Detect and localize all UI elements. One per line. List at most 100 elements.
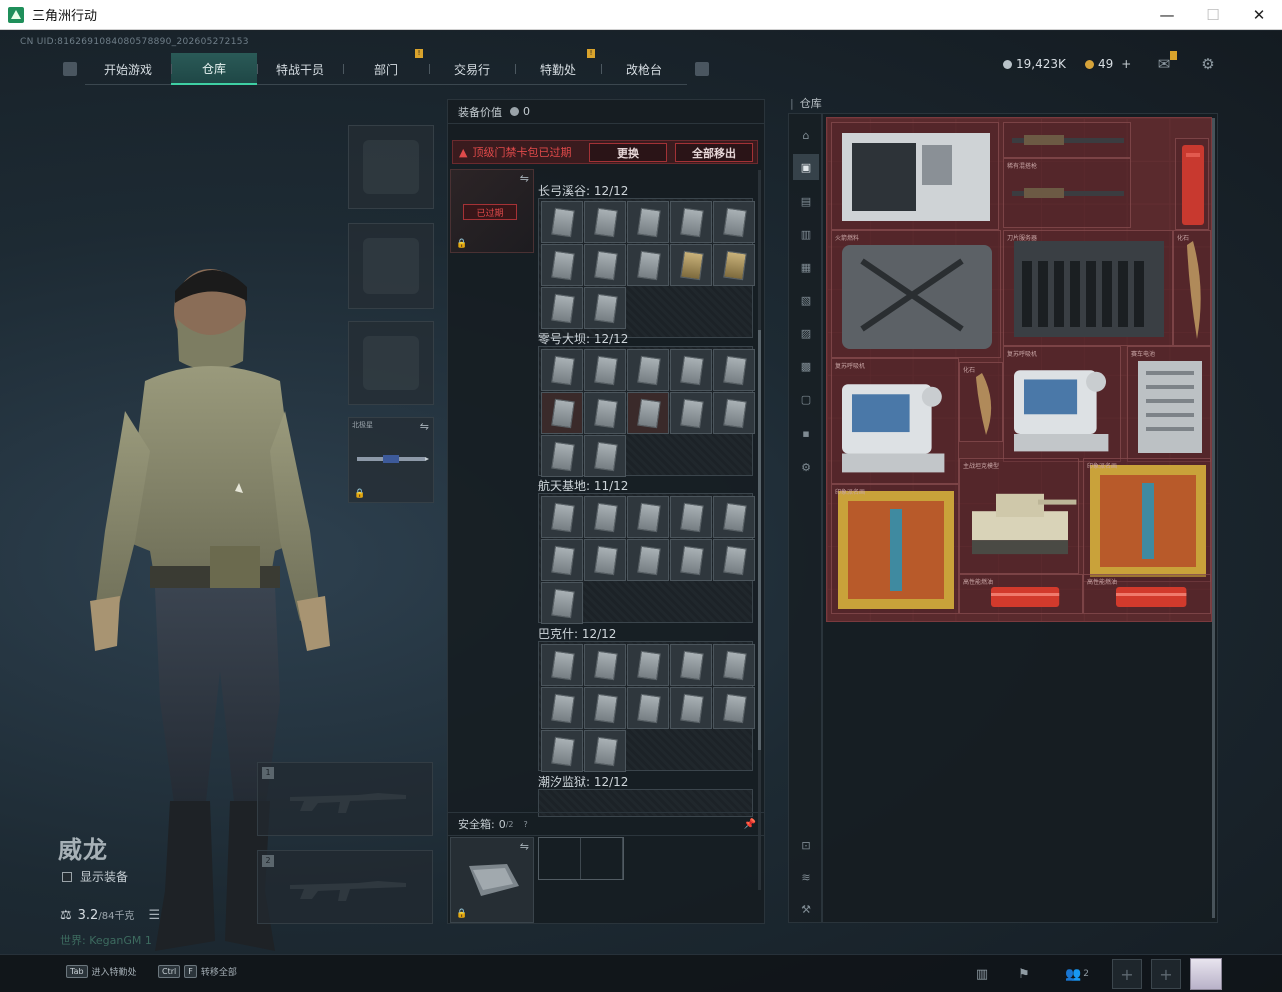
swap-icon[interactable]: ⇋ — [520, 172, 529, 185]
team-icon[interactable]: 👥 2 — [1060, 961, 1094, 987]
keycard-item[interactable] — [584, 287, 626, 329]
tab-department[interactable]: 部门! — [343, 49, 429, 85]
keycard-item[interactable] — [670, 496, 712, 538]
keycard-item[interactable] — [670, 392, 712, 434]
swap-icon[interactable]: ⇋ — [520, 840, 529, 853]
category-tab-icon[interactable]: ▦ — [793, 254, 819, 280]
keycard-item[interactable] — [541, 435, 583, 477]
keycard-grid[interactable] — [538, 493, 755, 624]
nav-prev-icon[interactable] — [63, 62, 77, 76]
layers-icon[interactable]: ≋ — [793, 864, 819, 890]
warehouse-item-red-case[interactable] — [1175, 138, 1209, 230]
armor-slot[interactable] — [348, 223, 434, 309]
keycard-item[interactable] — [584, 539, 626, 581]
keycard-item[interactable] — [584, 496, 626, 538]
nav-next-icon[interactable] — [695, 62, 709, 76]
keycard-scrollbar[interactable] — [758, 170, 761, 890]
remove-all-button[interactable]: 全部移出 — [675, 143, 753, 162]
category-settings-icon[interactable]: ⚙ — [793, 454, 819, 480]
stats-chart-icon[interactable]: ▥ — [968, 961, 996, 987]
warehouse-item-medical-device[interactable]: 复苏呼吸机 — [1003, 346, 1121, 462]
backpack-slot[interactable]: 北极星 ⇋ 🔒 — [348, 417, 434, 503]
category-tab-icon[interactable]: ▪ — [793, 420, 819, 446]
add-teammate-button[interactable]: + — [1151, 959, 1181, 989]
list-icon[interactable]: ☰ — [148, 908, 160, 923]
keycard-item[interactable] — [627, 349, 669, 391]
close-button[interactable]: ✕ — [1236, 0, 1282, 30]
keycard-grid[interactable] — [538, 641, 755, 772]
hint-enter-special-ops[interactable]: Tab 进入特勤处 — [66, 965, 137, 978]
keycard-item[interactable] — [584, 201, 626, 243]
keycard-item[interactable] — [584, 687, 626, 729]
replace-button[interactable]: 更换 — [589, 143, 667, 162]
help-icon[interactable]: ? — [524, 820, 528, 829]
category-tab-icon[interactable]: ▧ — [793, 287, 819, 313]
helmet-slot[interactable] — [348, 125, 434, 209]
keycard-item[interactable] — [541, 349, 583, 391]
helmet-category-icon[interactable]: ⌂ — [793, 122, 819, 148]
show-equipment-checkbox[interactable] — [62, 871, 72, 882]
warehouse-item-rifle-ornate[interactable] — [1003, 122, 1131, 158]
warehouse-item-medical-device[interactable]: 复苏呼吸机 — [831, 358, 959, 484]
tab-operators[interactable]: 特战干员 — [257, 53, 343, 85]
warehouse-item-server-rack[interactable] — [831, 122, 999, 230]
player-avatar[interactable] — [1190, 958, 1222, 990]
safe-box-item[interactable]: ⇋ 🔒 — [450, 837, 534, 923]
keycard-item[interactable] — [713, 392, 755, 434]
keycard-item[interactable] — [713, 539, 755, 581]
keycard-item[interactable] — [541, 687, 583, 729]
category-tab-icon[interactable]: ▨ — [793, 320, 819, 346]
primary-weapon-slot[interactable]: 1 — [257, 762, 433, 836]
keycard-item[interactable] — [541, 244, 583, 286]
warehouse-item-fuel-canister[interactable]: 火箭燃料 — [831, 230, 1001, 358]
keycard-item[interactable] — [670, 644, 712, 686]
warehouse-grid[interactable]: 稀有混搭枪 刀片服务器 火箭燃料 化石 复苏呼吸机 赛车电池 复苏呼吸机 化石 主战坦克模型 印象… — [826, 117, 1212, 622]
keycard-item[interactable] — [541, 201, 583, 243]
tab-trading[interactable]: 交易行 — [429, 53, 515, 85]
keycard-item[interactable] — [541, 392, 583, 434]
keycard-item[interactable] — [670, 349, 712, 391]
warehouse-item-claw-fossil[interactable]: 化石 — [959, 362, 1003, 442]
settings-gear-icon[interactable]: ⚙ — [1198, 55, 1218, 73]
keycard-item[interactable] — [627, 539, 669, 581]
keycard-item[interactable] — [584, 730, 626, 772]
tab-start-game[interactable]: 开始游戏 — [85, 53, 171, 85]
keycard-item[interactable] — [541, 539, 583, 581]
keycard-item[interactable] — [627, 392, 669, 434]
maximize-button[interactable]: ☐ — [1190, 0, 1236, 30]
add-currency-button[interactable]: + — [1121, 57, 1131, 71]
keycard-item[interactable] — [584, 392, 626, 434]
keycard-item[interactable] — [713, 244, 755, 286]
safe-box-cell[interactable] — [581, 838, 623, 879]
keycard-item[interactable] — [713, 496, 755, 538]
keycard-item[interactable] — [713, 687, 755, 729]
warehouse-item-battery[interactable]: 赛车电池 — [1127, 346, 1211, 462]
keycard-item[interactable] — [627, 687, 669, 729]
add-teammate-button[interactable]: + — [1112, 959, 1142, 989]
keycard-item[interactable] — [713, 349, 755, 391]
keycard-item[interactable] — [541, 644, 583, 686]
keycard-item[interactable] — [713, 201, 755, 243]
category-tab-icon[interactable]: ▤ — [793, 188, 819, 214]
warehouse-item-claw-fossil[interactable]: 化石 — [1173, 230, 1211, 346]
keycard-item[interactable] — [627, 644, 669, 686]
warehouse-item-fuel-box[interactable]: 高性能燃油 — [959, 574, 1083, 614]
keycard-item[interactable] — [541, 287, 583, 329]
chest-rig-slot[interactable] — [348, 321, 434, 405]
tools-icon[interactable]: ⚒ — [793, 896, 819, 922]
silver-currency[interactable]: 19,423K — [1003, 57, 1066, 71]
warehouse-scrollbar[interactable] — [1212, 118, 1215, 918]
keycard-item[interactable] — [584, 644, 626, 686]
keycard-item[interactable] — [541, 730, 583, 772]
warehouse-item-fuel-box[interactable]: 高性能燃油 — [1083, 574, 1211, 614]
keycard-item[interactable] — [584, 244, 626, 286]
hint-transfer-all[interactable]: Ctrl F 转移全部 — [158, 965, 237, 978]
minimize-button[interactable]: — — [1144, 0, 1190, 30]
safe-box-grid[interactable] — [538, 837, 624, 880]
warehouse-item-painting[interactable]: 印象派名画 — [1083, 458, 1211, 582]
scrollbar-thumb[interactable] — [758, 330, 761, 750]
secondary-weapon-slot[interactable]: 2 — [257, 850, 433, 924]
warehouse-item-painting[interactable]: 印象派名画 — [831, 484, 959, 614]
keycard-grid[interactable] — [538, 198, 755, 338]
keycard-case-slot[interactable]: ⇋ 已过期 🔒 — [450, 169, 534, 253]
